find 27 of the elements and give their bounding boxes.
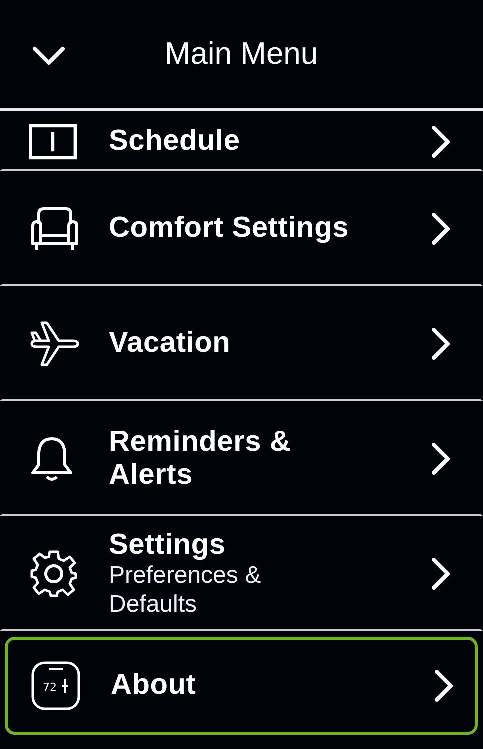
menu-label: Reminders & Alerts	[109, 426, 292, 492]
menu-title: Main Menu	[164, 36, 318, 72]
chevron-right-icon	[432, 213, 450, 245]
menu-label: About	[111, 669, 198, 703]
chevron-right-icon	[432, 443, 450, 475]
airplane-icon	[29, 319, 81, 369]
menu-label: Schedule	[109, 124, 242, 158]
calendar-icon	[29, 124, 77, 160]
chevron-right-icon	[432, 558, 450, 590]
menu-sublabel: Preferences & Defaults	[109, 562, 262, 620]
armchair-icon	[29, 206, 81, 252]
thermostat-icon: 72	[31, 661, 81, 711]
menu-item[interactable]: Reminders & Alerts	[0, 401, 483, 516]
menu-item[interactable]: 72 About	[5, 637, 478, 735]
collapse-chevron-icon[interactable]	[32, 46, 66, 66]
bell-icon	[29, 435, 75, 483]
chevron-right-icon	[432, 328, 450, 360]
menu-item[interactable]: Comfort Settings	[0, 171, 483, 286]
menu-label: Comfort Settings	[109, 212, 349, 246]
menu-label: Vacation	[109, 327, 232, 361]
chevron-right-icon	[435, 670, 453, 702]
menu-item[interactable]: Settings Preferences & Defaults	[0, 516, 483, 631]
menu-item[interactable]: Schedule	[0, 111, 483, 171]
menu-item[interactable]: Vacation	[0, 286, 483, 401]
settings-icon	[29, 549, 79, 599]
menu-label: Settings	[109, 528, 227, 562]
chevron-right-icon	[432, 126, 450, 158]
